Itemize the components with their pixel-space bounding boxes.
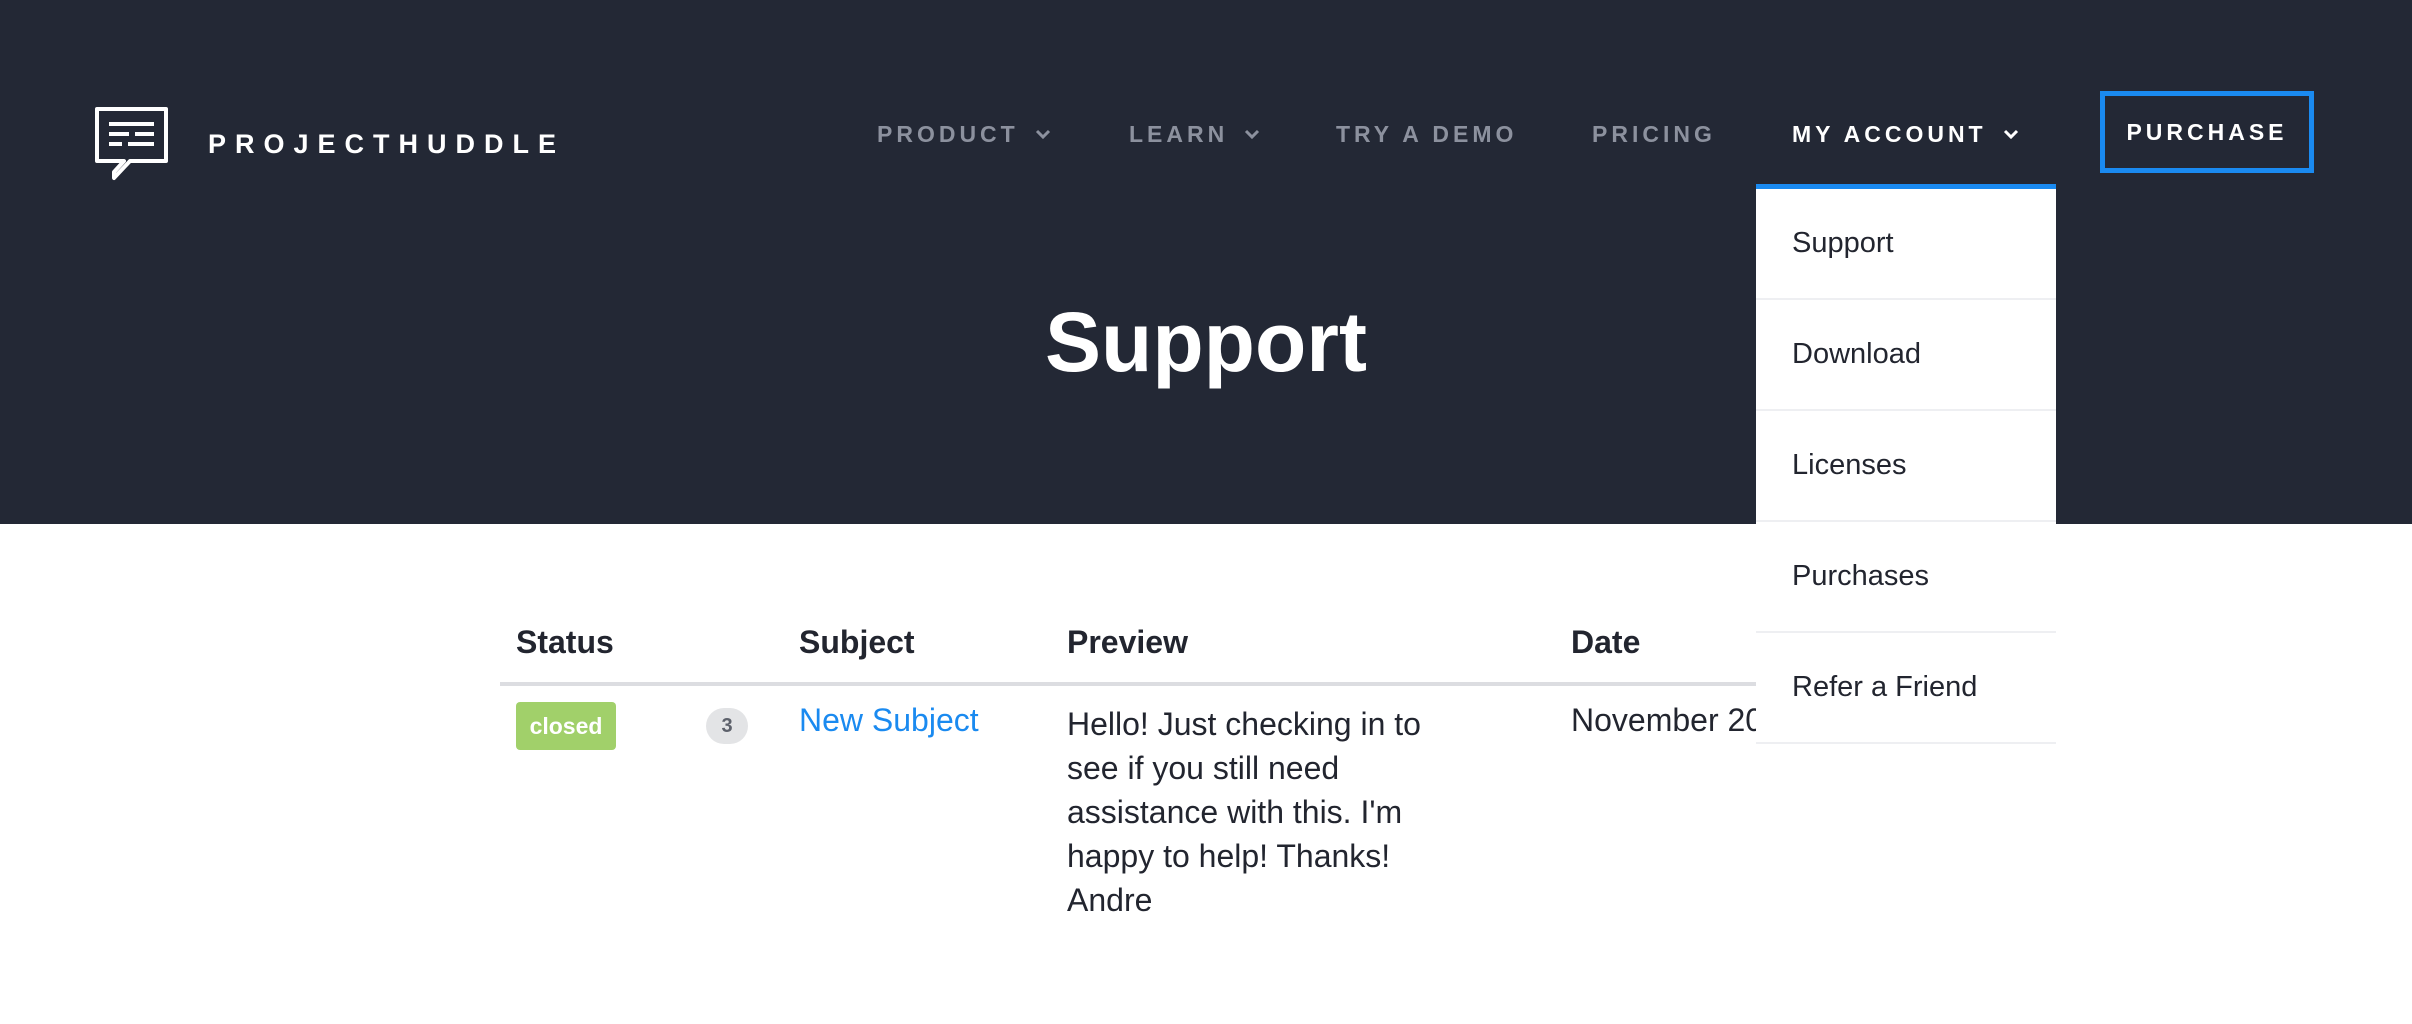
brand-logo[interactable]: PROJECTHUDDLE [94, 106, 565, 182]
ticket-preview-text: Hello! Just checking in to see if you st… [1067, 706, 1421, 918]
brand-name: PROJECTHUDDLE [208, 128, 566, 159]
reply-count-badge: 3 [706, 708, 748, 744]
nav-item-label: LEARN [1129, 120, 1229, 147]
account-dropdown-menu: Support Download Licenses Purchases Refe… [1756, 184, 2056, 744]
nav-item-learn[interactable]: LEARN [1129, 118, 1260, 150]
ticket-subject-link[interactable]: New Subject [799, 702, 979, 739]
nav-item-try-a-demo[interactable]: TRY A DEMO [1336, 118, 1517, 150]
menu-item-licenses[interactable]: Licenses [1756, 411, 2056, 522]
nav-item-pricing[interactable]: PRICING [1592, 118, 1716, 150]
nav-item-label: TRY A DEMO [1336, 120, 1518, 147]
purchase-button[interactable]: PURCHASE [2100, 91, 2314, 173]
table-row: closed 3 New Subject Hello! Just checkin… [500, 684, 1800, 944]
nav-item-label: PRODUCT [877, 120, 1019, 147]
chevron-down-icon [2003, 129, 2018, 139]
menu-item-support[interactable]: Support [1756, 189, 2056, 300]
menu-item-download[interactable]: Download [1756, 300, 2056, 411]
nav-item-product[interactable]: PRODUCT [877, 118, 1051, 150]
status-badge: closed [516, 702, 616, 750]
chevron-down-icon [1245, 129, 1260, 139]
nav-item-label: MY ACCOUNT [1792, 120, 1987, 147]
chevron-down-icon [1035, 129, 1050, 139]
column-header-preview: Preview [1067, 624, 1188, 660]
ticket-date: November 20 [1571, 702, 1764, 738]
menu-item-purchases[interactable]: Purchases [1756, 522, 2056, 633]
column-header-status: Status [516, 624, 614, 660]
column-header-date: Date [1571, 624, 1641, 660]
speech-bubble-icon [95, 107, 168, 180]
tickets-table-header: Status Subject Preview Date [500, 612, 1800, 686]
column-header-subject: Subject [799, 624, 915, 660]
nav-item-label: PRICING [1592, 120, 1716, 147]
nav-item-my-account[interactable]: MY ACCOUNT [1792, 118, 2019, 150]
menu-item-refer-a-friend[interactable]: Refer a Friend [1756, 633, 2056, 744]
